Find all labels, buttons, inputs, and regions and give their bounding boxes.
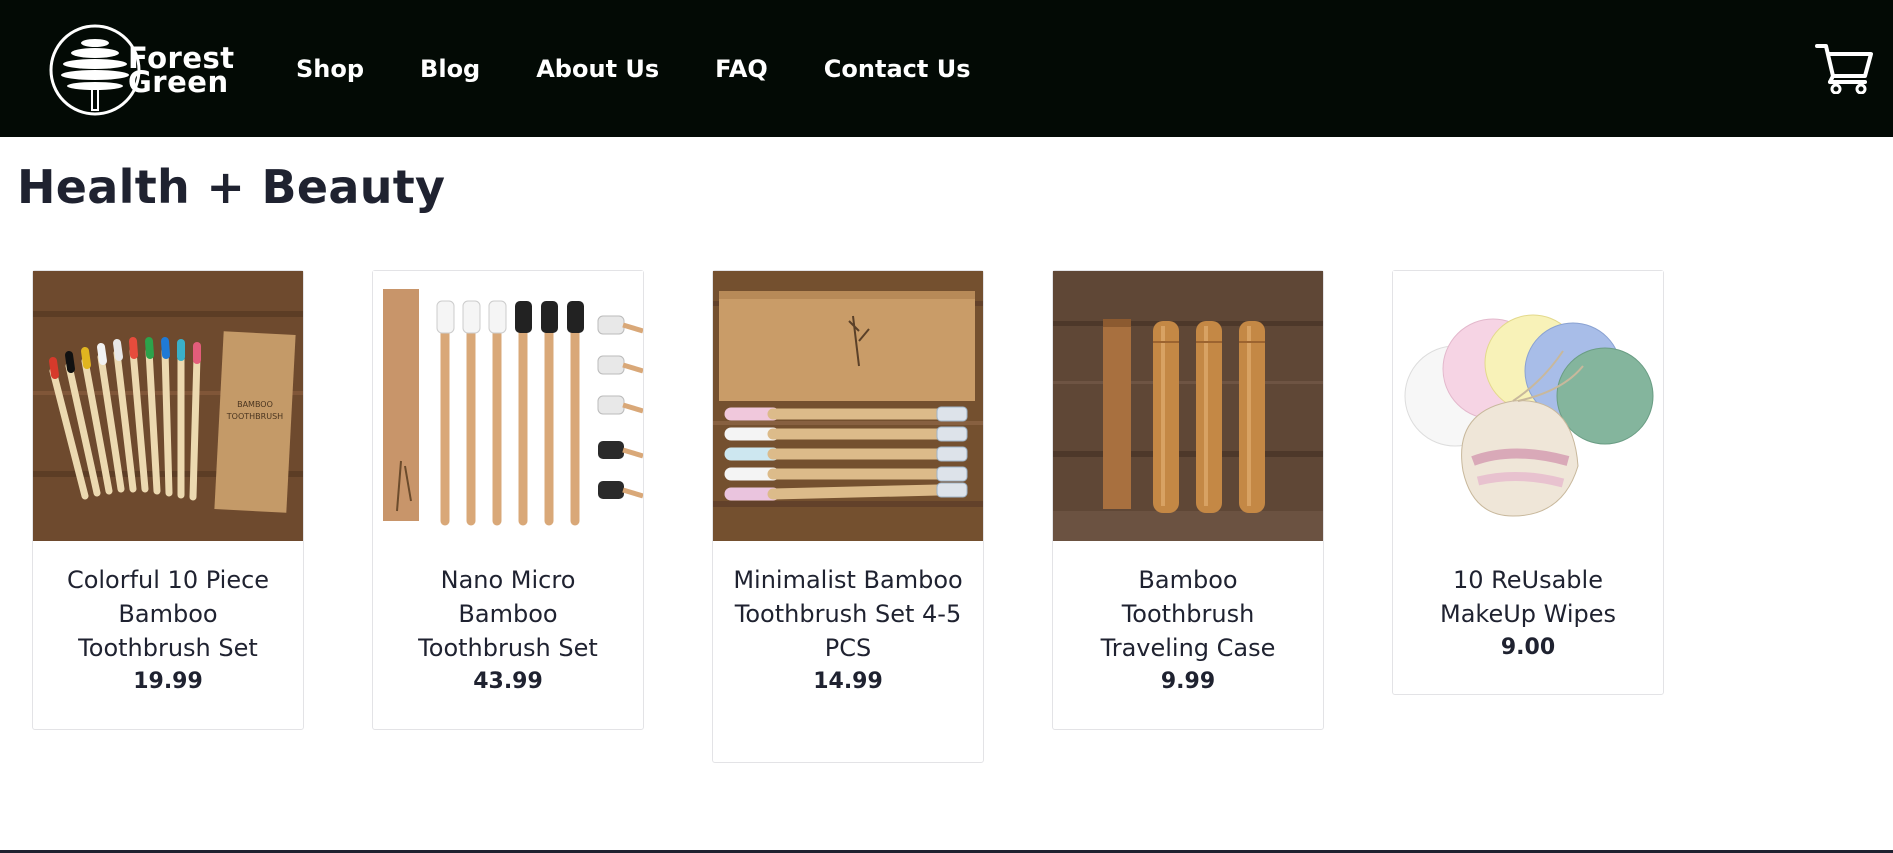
cart-button[interactable]: [1815, 42, 1873, 95]
product-card[interactable]: 10 ReUsable MakeUp Wipes 9.00: [1392, 270, 1664, 695]
product-image[interactable]: [1053, 271, 1323, 541]
product-price: 43.99: [473, 669, 543, 694]
product-image[interactable]: [373, 271, 643, 541]
product-card[interactable]: Bamboo Toothbrush Traveling Case 9.99: [1052, 270, 1324, 730]
brand-name: Forest Green: [128, 44, 235, 99]
nav-blog[interactable]: Blog: [420, 52, 480, 86]
svg-text:BAMBOO: BAMBOO: [237, 400, 273, 409]
product-name[interactable]: Colorful 10 Piece Bamboo Toothbrush Set: [33, 563, 303, 665]
product-name[interactable]: Bamboo Toothbrush Traveling Case: [1053, 563, 1323, 665]
product-name[interactable]: Minimalist Bamboo Toothbrush Set 4-5 PCS: [713, 563, 983, 665]
product-image[interactable]: BAMBOO TOOTHBRUSH: [33, 271, 303, 541]
nav-about-us[interactable]: About Us: [536, 52, 659, 86]
product-card[interactable]: Minimalist Bamboo Toothbrush Set 4-5 PCS…: [712, 270, 984, 763]
product-price: 19.99: [133, 669, 203, 694]
main-nav: Shop Blog About Us FAQ Contact Us: [296, 52, 1026, 86]
svg-text:TOOTHBRUSH: TOOTHBRUSH: [226, 412, 283, 421]
product-price: 9.99: [1160, 669, 1216, 694]
product-price: 14.99: [813, 669, 883, 694]
product-card[interactable]: Nano Micro Bamboo Toothbrush Set 43.99: [372, 270, 644, 730]
brand-logo[interactable]: Forest Green: [48, 22, 238, 117]
product-name[interactable]: Nano Micro Bamboo Toothbrush Set: [373, 563, 643, 665]
brand-line-2: Green: [128, 65, 229, 99]
page-title: Health + Beauty: [17, 160, 446, 214]
product-image[interactable]: [713, 271, 983, 541]
nav-shop[interactable]: Shop: [296, 52, 364, 86]
product-name[interactable]: 10 ReUsable MakeUp Wipes: [1393, 563, 1663, 631]
nav-contact-us[interactable]: Contact Us: [824, 52, 971, 86]
site-header: Forest Green Shop Blog About Us FAQ Cont…: [0, 0, 1893, 137]
nav-faq[interactable]: FAQ: [715, 52, 768, 86]
product-image[interactable]: [1393, 271, 1663, 541]
cart-icon: [1815, 44, 1873, 95]
product-card[interactable]: BAMBOO TOOTHBRUSH Colorful 10 Piece Bamb…: [32, 270, 304, 730]
product-price: 9.00: [1500, 635, 1556, 660]
